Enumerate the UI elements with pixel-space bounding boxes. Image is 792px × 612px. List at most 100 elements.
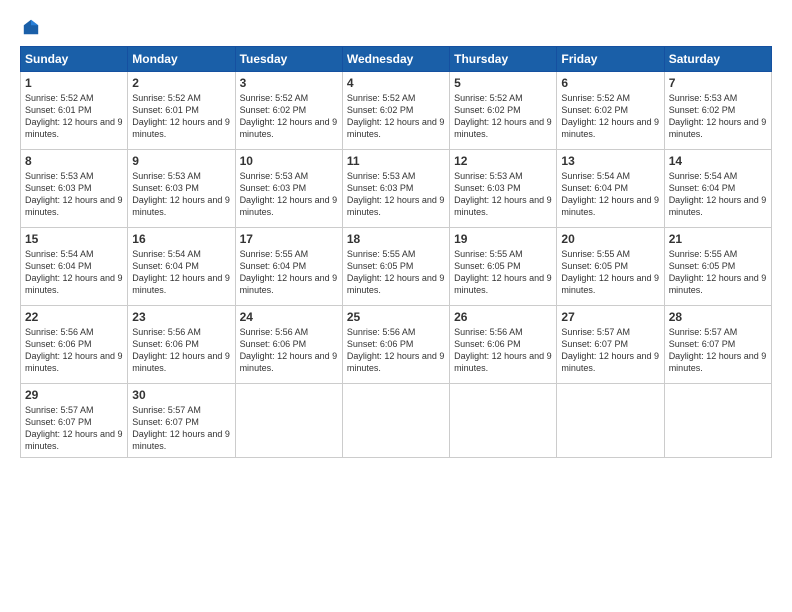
col-sunday: Sunday — [21, 47, 128, 72]
day-number: 22 — [25, 310, 123, 324]
table-row: 1 Sunrise: 5:52 AMSunset: 6:01 PMDaylight… — [21, 72, 128, 150]
day-number: 10 — [240, 154, 338, 168]
day-number: 3 — [240, 76, 338, 90]
header — [20, 18, 772, 36]
day-number: 16 — [132, 232, 230, 246]
day-number: 1 — [25, 76, 123, 90]
table-row: 15Sunrise: 5:54 AMSunset: 6:04 PMDayligh… — [21, 228, 128, 306]
table-row: 25 Sunrise: 5:56 AMSunset: 6:06 PMDayligh… — [342, 306, 449, 384]
day-info: Sunrise: 5:55 AMSunset: 6:05 PMDaylight:… — [561, 248, 659, 297]
day-info: Sunrise: 5:57 AMSunset: 6:07 PMDaylight:… — [561, 326, 659, 375]
day-info: Sunrise: 5:56 AMSunset: 6:06 PMDaylight:… — [454, 326, 552, 375]
table-row: 19 Sunrise: 5:55 AMSunset: 6:05 PMDayligh… — [450, 228, 557, 306]
day-number: 6 — [561, 76, 659, 90]
calendar-header-row: Sunday Monday Tuesday Wednesday Thursday… — [21, 47, 772, 72]
day-number: 23 — [132, 310, 230, 324]
day-info: Sunrise: 5:52 AMSunset: 6:02 PMDaylight:… — [240, 92, 338, 141]
day-info: Sunrise: 5:57 AMSunset: 6:07 PMDaylight:… — [25, 404, 123, 453]
day-number: 27 — [561, 310, 659, 324]
table-row: 3 Sunrise: 5:52 AMSunset: 6:02 PMDaylight… — [235, 72, 342, 150]
day-number: 9 — [132, 154, 230, 168]
table-row: 9 Sunrise: 5:53 AMSunset: 6:03 PMDaylight… — [128, 150, 235, 228]
day-info: Sunrise: 5:56 AMSunset: 6:06 PMDaylight:… — [25, 326, 123, 375]
day-number: 5 — [454, 76, 552, 90]
col-thursday: Thursday — [450, 47, 557, 72]
table-row — [557, 384, 664, 458]
day-number: 7 — [669, 76, 767, 90]
day-number: 2 — [132, 76, 230, 90]
day-info: Sunrise: 5:55 AMSunset: 6:04 PMDaylight:… — [240, 248, 338, 297]
day-number: 21 — [669, 232, 767, 246]
table-row — [664, 384, 771, 458]
table-row: 20 Sunrise: 5:55 AMSunset: 6:05 PMDayligh… — [557, 228, 664, 306]
table-row — [450, 384, 557, 458]
day-info: Sunrise: 5:53 AMSunset: 6:03 PMDaylight:… — [454, 170, 552, 219]
day-info: Sunrise: 5:52 AMSunset: 6:01 PMDaylight:… — [25, 92, 123, 141]
table-row: 8 Sunrise: 5:53 AMSunset: 6:03 PMDaylight… — [21, 150, 128, 228]
col-monday: Monday — [128, 47, 235, 72]
table-row: 29 Sunrise: 5:57 AMSunset: 6:07 PMDayligh… — [21, 384, 128, 458]
day-info: Sunrise: 5:55 AMSunset: 6:05 PMDaylight:… — [669, 248, 767, 297]
day-number: 14 — [669, 154, 767, 168]
table-row: 16 Sunrise: 5:54 AMSunset: 6:04 PMDayligh… — [128, 228, 235, 306]
day-number: 11 — [347, 154, 445, 168]
day-info: Sunrise: 5:52 AMSunset: 6:02 PMDaylight:… — [454, 92, 552, 141]
day-info: Sunrise: 5:53 AMSunset: 6:02 PMDaylight:… — [669, 92, 767, 141]
col-wednesday: Wednesday — [342, 47, 449, 72]
table-row: 23 Sunrise: 5:56 AMSunset: 6:06 PMDayligh… — [128, 306, 235, 384]
table-row: 4 Sunrise: 5:52 AMSunset: 6:02 PMDaylight… — [342, 72, 449, 150]
day-info: Sunrise: 5:53 AMSunset: 6:03 PMDaylight:… — [240, 170, 338, 219]
day-number: 28 — [669, 310, 767, 324]
day-info: Sunrise: 5:53 AMSunset: 6:03 PMDaylight:… — [25, 170, 123, 219]
table-row: 21 Sunrise: 5:55 AMSunset: 6:05 PMDayligh… — [664, 228, 771, 306]
day-number: 17 — [240, 232, 338, 246]
day-info: Sunrise: 5:54 AMSunset: 6:04 PMDaylight:… — [669, 170, 767, 219]
day-number: 24 — [240, 310, 338, 324]
day-number: 30 — [132, 388, 230, 402]
day-info: Sunrise: 5:56 AMSunset: 6:06 PMDaylight:… — [347, 326, 445, 375]
calendar-week-row: 8 Sunrise: 5:53 AMSunset: 6:03 PMDaylight… — [21, 150, 772, 228]
day-info: Sunrise: 5:53 AMSunset: 6:03 PMDaylight:… — [132, 170, 230, 219]
day-info: Sunrise: 5:57 AMSunset: 6:07 PMDaylight:… — [669, 326, 767, 375]
day-number: 19 — [454, 232, 552, 246]
table-row: 22 Sunrise: 5:56 AMSunset: 6:06 PMDayligh… — [21, 306, 128, 384]
day-info: Sunrise: 5:54 AMSunset: 6:04 PMDaylight:… — [25, 248, 123, 297]
table-row — [235, 384, 342, 458]
col-friday: Friday — [557, 47, 664, 72]
table-row: 28 Sunrise: 5:57 AMSunset: 6:07 PMDayligh… — [664, 306, 771, 384]
table-row: 10 Sunrise: 5:53 AMSunset: 6:03 PMDayligh… — [235, 150, 342, 228]
table-row: 13Sunrise: 5:54 AMSunset: 6:04 PMDayligh… — [557, 150, 664, 228]
table-row: 26 Sunrise: 5:56 AMSunset: 6:06 PMDayligh… — [450, 306, 557, 384]
day-number: 25 — [347, 310, 445, 324]
day-info: Sunrise: 5:54 AMSunset: 6:04 PMDaylight:… — [132, 248, 230, 297]
day-number: 29 — [25, 388, 123, 402]
day-info: Sunrise: 5:52 AMSunset: 6:02 PMDaylight:… — [347, 92, 445, 141]
table-row — [342, 384, 449, 458]
table-row: 2Sunrise: 5:52 AMSunset: 6:01 PMDaylight… — [128, 72, 235, 150]
table-row: 11 Sunrise: 5:53 AMSunset: 6:03 PMDayligh… — [342, 150, 449, 228]
day-info: Sunrise: 5:52 AMSunset: 6:02 PMDaylight:… — [561, 92, 659, 141]
logo — [20, 18, 40, 36]
col-saturday: Saturday — [664, 47, 771, 72]
day-info: Sunrise: 5:55 AMSunset: 6:05 PMDaylight:… — [347, 248, 445, 297]
table-row: 5 Sunrise: 5:52 AMSunset: 6:02 PMDaylight… — [450, 72, 557, 150]
calendar-week-row: 29 Sunrise: 5:57 AMSunset: 6:07 PMDayligh… — [21, 384, 772, 458]
table-row: 7 Sunrise: 5:53 AMSunset: 6:02 PMDaylight… — [664, 72, 771, 150]
day-info: Sunrise: 5:53 AMSunset: 6:03 PMDaylight:… — [347, 170, 445, 219]
day-info: Sunrise: 5:55 AMSunset: 6:05 PMDaylight:… — [454, 248, 552, 297]
day-number: 13 — [561, 154, 659, 168]
calendar-week-row: 15Sunrise: 5:54 AMSunset: 6:04 PMDayligh… — [21, 228, 772, 306]
day-number: 8 — [25, 154, 123, 168]
day-number: 4 — [347, 76, 445, 90]
logo-icon — [22, 18, 40, 36]
day-number: 20 — [561, 232, 659, 246]
day-number: 12 — [454, 154, 552, 168]
table-row: 6 Sunrise: 5:52 AMSunset: 6:02 PMDaylight… — [557, 72, 664, 150]
day-number: 26 — [454, 310, 552, 324]
calendar-week-row: 22 Sunrise: 5:56 AMSunset: 6:06 PMDayligh… — [21, 306, 772, 384]
calendar-table: Sunday Monday Tuesday Wednesday Thursday… — [20, 46, 772, 458]
day-info: Sunrise: 5:56 AMSunset: 6:06 PMDaylight:… — [132, 326, 230, 375]
table-row: 24Sunrise: 5:56 AMSunset: 6:06 PMDayligh… — [235, 306, 342, 384]
table-row: 12 Sunrise: 5:53 AMSunset: 6:03 PMDayligh… — [450, 150, 557, 228]
table-row: 18Sunrise: 5:55 AMSunset: 6:05 PMDayligh… — [342, 228, 449, 306]
